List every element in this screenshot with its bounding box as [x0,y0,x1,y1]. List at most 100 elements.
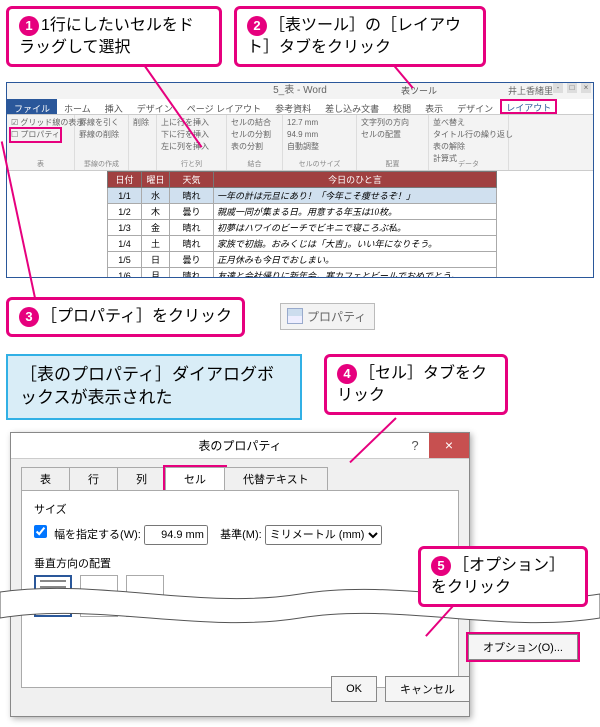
tab-file[interactable]: ファイル [7,99,57,114]
callout-1-num: 1 [19,16,39,36]
dialog-tab-alttext[interactable]: 代替テキスト [224,467,328,491]
ribbon-merge-cells[interactable]: セルの結合 [231,117,278,129]
tab-insert[interactable]: 挿入 [98,99,130,114]
close-button[interactable]: × [581,83,591,93]
dialog-body: サイズ 幅を指定する(W): 基準(M): ミリメートル (mm) 垂直方向の配… [21,490,459,688]
ribbon-group-table: 表 [7,159,74,169]
ribbon-group-merge: 結合 [227,159,282,169]
tab-mailings[interactable]: 差し込み文書 [318,99,386,114]
th-weather: 天気 [170,172,214,188]
callout-5-num: 5 [431,556,451,576]
ribbon-erase-border[interactable]: 罫線の削除 [79,129,124,141]
callout-1-text: 1行にしたいセルをドラッグして選択 [19,17,194,56]
ribbon-split-cells[interactable]: セルの分割 [231,129,278,141]
cancel-button[interactable]: キャンセル [385,676,470,702]
ribbon-text-direction[interactable]: 文字列の方向 [361,117,424,129]
diary-table[interactable]: 日付 曜日 天気 今日のひと言 1/1水晴れ一年の計は元旦にあり！「今年こそ痩せ… [107,171,497,278]
dialog-tab-cell[interactable]: セル [165,467,225,491]
callout-5-text: ［オプション］をクリック [431,557,565,596]
ribbon-gridlines[interactable]: ☑ グリッド線の表示 [11,117,70,129]
ribbon-row-height[interactable]: 12.7 mm [287,117,352,129]
table-row: 1/2木曇り親戚一同が集まる日。用意する年玉は10枚。 [108,204,497,220]
callout-2: 2［表ツール］の［レイアウト］タブをクリック [234,6,486,67]
callout-5: 5［オプション］をクリック [418,546,588,607]
ribbon-group-data: データ [429,159,508,169]
valign-middle[interactable] [80,575,118,617]
window-buttons: - □ × [553,83,591,93]
ribbon-delete[interactable]: 削除 [133,117,152,129]
dialog-close-button[interactable]: × [429,433,469,458]
ribbon-group-draw: 罫線の作成 [75,159,128,169]
basis-select[interactable]: ミリメートル (mm) [265,525,382,545]
ribbon-insert-below[interactable]: 下に行を挿入 [161,129,222,141]
valign-top[interactable] [34,575,72,617]
table-row: 1/5日曇り正月休みも今日でおしまい。 [108,252,497,268]
ribbon-group-rowscols: 行と列 [157,159,226,169]
ribbon-properties[interactable]: ☐ プロパティ [11,129,60,141]
ribbon-insert-above[interactable]: 上に行を挿入 [161,117,222,129]
th-day: 曜日 [142,172,170,188]
dialog-tab-row[interactable]: 行 [69,467,118,491]
size-heading: サイズ [34,501,446,517]
tab-review[interactable]: 校閲 [386,99,418,114]
callout-4-num: 4 [337,364,357,384]
ribbon-cell-align[interactable]: セルの配置 [361,129,424,141]
ribbon-tabs: ファイル ホーム 挿入 デザイン ページ レイアウト 参考資料 差し込み文書 校… [7,99,593,115]
section-size: サイズ 幅を指定する(W): 基準(M): ミリメートル (mm) [34,501,446,545]
tab-table-design[interactable]: デザイン [450,99,500,114]
ribbon-sort[interactable]: 並べ替え [433,117,504,129]
ok-button[interactable]: OK [331,676,377,702]
ribbon-convert[interactable]: 表の解除 [433,141,504,153]
dialog-tab-table[interactable]: 表 [21,467,70,491]
width-checkbox[interactable] [34,525,47,538]
info-dialog-shown: ［表のプロパティ］ダイアログボックスが表示された [6,354,302,420]
table-row: 1/1水晴れ一年の計は元旦にあり！「今年こそ痩せるぞ！」 [108,188,497,204]
width-input[interactable] [144,525,208,545]
maximize-button[interactable]: □ [567,83,577,93]
word-title-text: 5_表 - Word [273,85,327,96]
table-header-row: 日付 曜日 天気 今日のひと言 [108,172,497,188]
dialog-tab-column[interactable]: 列 [117,467,166,491]
dialog-tabs: 表 行 列 セル 代替テキスト [11,459,469,491]
callout-1: 11行にしたいセルをドラッグして選択 [6,6,222,67]
tab-references[interactable]: 参考資料 [268,99,318,114]
dialog-titlebar: 表のプロパティ ? × [11,433,469,459]
table-tools-label: 表ツール [401,83,437,99]
section-valign: 垂直方向の配置 [34,555,446,617]
ribbon-insert-left[interactable]: 左に列を挿入 [161,141,222,153]
callout-4-text: ［セル］タブをクリック [337,365,487,404]
properties-button-icon: プロパティ [280,303,375,330]
ribbon-autofit[interactable]: 自動調整 [287,141,352,153]
dialog-footer: OK キャンセル [10,676,470,702]
ribbon-split-table[interactable]: 表の分割 [231,141,278,153]
th-comment: 今日のひと言 [214,172,497,188]
callout-4: 4［セル］タブをクリック [324,354,508,415]
dialog-help-button[interactable]: ? [403,433,427,458]
document-area: 日付 曜日 天気 今日のひと言 1/1水晴れ一年の計は元旦にあり！「今年こそ痩せ… [7,171,593,278]
tab-design[interactable]: デザイン [130,99,180,114]
ribbon-body: ☑ グリッド線の表示 ☐ プロパティ 表 罫線を引く 罫線の削除 罫線の作成 削… [7,115,593,171]
table-row: 1/4土晴れ家族で初詣。おみくじは「大吉」。いい年になりそう。 [108,236,497,252]
ribbon-repeat-header[interactable]: タイトル行の繰り返し [433,129,504,141]
width-label: 幅を指定する(W): [54,529,141,541]
table-row: 1/3金晴れ初夢はハワイのビーチでビキニで寝ころぶ私。 [108,220,497,236]
callout-3-num: 3 [19,307,39,327]
valign-bottom[interactable] [126,575,164,617]
valign-heading: 垂直方向の配置 [34,555,446,571]
callout-3: 3［プロパティ］をクリック [6,297,245,337]
tab-pagelayout[interactable]: ページ レイアウト [180,99,268,114]
callout-3-text: ［プロパティ］をクリック [41,308,232,325]
word-user-label: 井上香緒里 [508,83,553,99]
ribbon-col-width[interactable]: 94.9 mm [287,129,352,141]
minimize-button[interactable]: - [553,83,563,93]
ribbon-draw-border[interactable]: 罫線を引く [79,117,124,129]
basis-label: 基準(M): [220,529,262,541]
ribbon-group-cellsize: セルのサイズ [283,159,356,169]
tab-home[interactable]: ホーム [57,99,98,114]
options-button[interactable]: オプション(O)... [468,634,578,660]
callout-2-num: 2 [247,16,267,36]
table-row: 1/6月晴れ友達と会社帰りに新年会。寒カフェとビールでおめでとう。 [108,268,497,279]
tab-table-layout[interactable]: レイアウト [500,99,557,114]
table-properties-dialog: 表のプロパティ ? × 表 行 列 セル 代替テキスト サイズ 幅を指定する(W… [10,432,470,717]
tab-view[interactable]: 表示 [418,99,450,114]
